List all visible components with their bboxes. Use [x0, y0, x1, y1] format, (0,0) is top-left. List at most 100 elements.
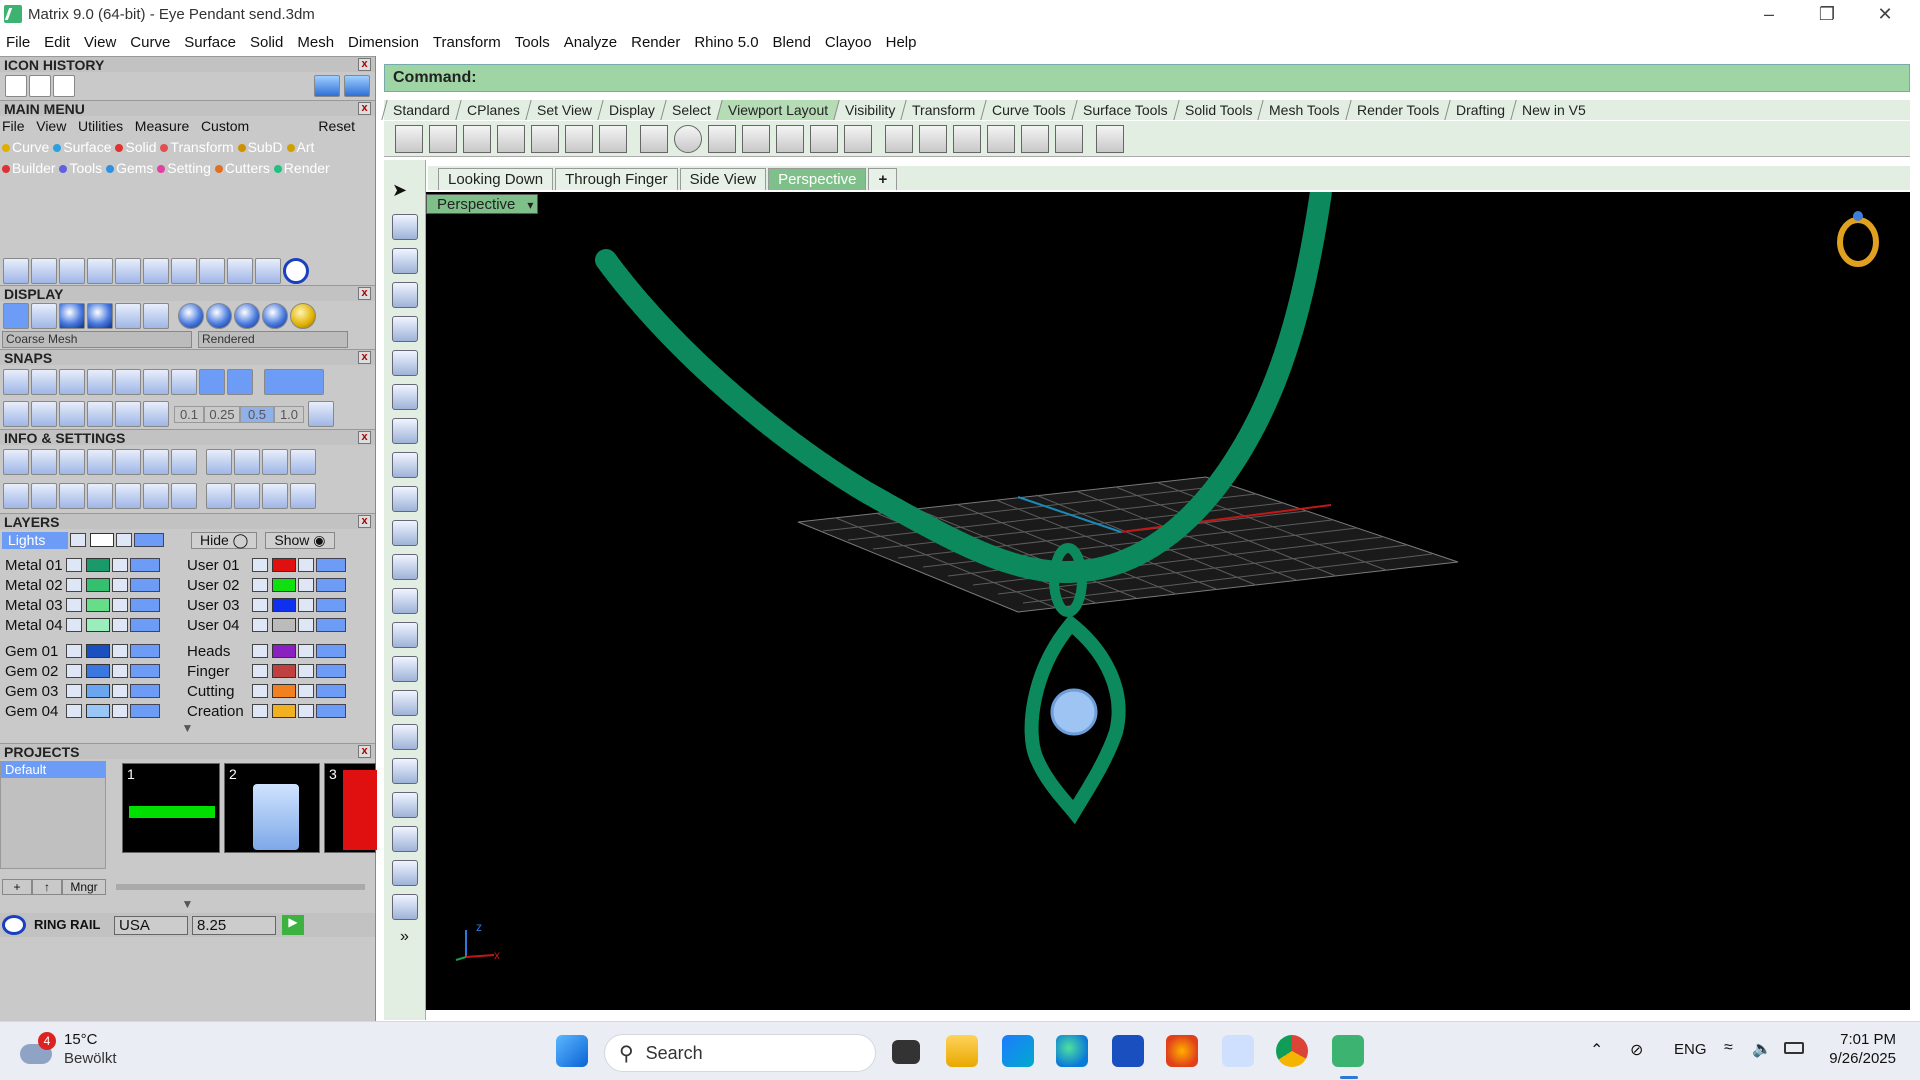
- lock-icon[interactable]: [112, 578, 128, 592]
- surface-icon[interactable]: [392, 554, 418, 580]
- layer-row[interactable]: User 02: [182, 575, 370, 595]
- visibility-toggle[interactable]: [316, 644, 346, 658]
- layer-color-swatch[interactable]: [86, 578, 110, 592]
- show-hidden-icons-icon[interactable]: ⌃: [1590, 1040, 1603, 1060]
- ring-tool-icon[interactable]: [283, 258, 309, 284]
- lock-icon[interactable]: [116, 533, 132, 547]
- layer-color-swatch[interactable]: [86, 664, 110, 678]
- menu-help[interactable]: Help: [886, 34, 917, 51]
- layer-color-swatch[interactable]: [272, 598, 296, 612]
- mm-custom[interactable]: Custom: [201, 118, 249, 134]
- funnel-icon[interactable]: [115, 483, 141, 509]
- light-icon[interactable]: [31, 303, 57, 329]
- layout-grid-icon[interactable]: [640, 124, 668, 153]
- visibility-toggle[interactable]: [316, 684, 346, 698]
- visibility-toggle[interactable]: [130, 558, 160, 572]
- material-blue-icon[interactable]: [178, 303, 204, 329]
- snap-planar-icon[interactable]: [115, 401, 141, 427]
- firefox-icon[interactable]: [1166, 1035, 1198, 1067]
- visibility-toggle[interactable]: [316, 704, 346, 718]
- tool-icon-a[interactable]: [234, 483, 260, 509]
- lock-icon[interactable]: [298, 644, 314, 658]
- visibility-toggle[interactable]: [316, 578, 346, 592]
- layer-color-swatch[interactable]: [272, 704, 296, 718]
- snap-point-icon[interactable]: [59, 369, 85, 395]
- layout-icon-c[interactable]: [290, 449, 316, 475]
- layer-row[interactable]: Metal 04: [0, 615, 182, 635]
- network-off-icon[interactable]: ⊘: [1630, 1040, 1643, 1060]
- tab-through-finger[interactable]: Through Finger: [555, 168, 678, 190]
- tab-drafting[interactable]: Drafting: [1444, 100, 1516, 120]
- box-icon[interactable]: [392, 588, 418, 614]
- layer-row[interactable]: User 01: [182, 555, 370, 575]
- close-icon[interactable]: x: [358, 745, 371, 758]
- tab-mesh-tools[interactable]: Mesh Tools: [1257, 100, 1351, 120]
- weight-icon[interactable]: [59, 449, 85, 475]
- mm-render[interactable]: Render: [273, 160, 330, 176]
- menu-dimension[interactable]: Dimension: [348, 34, 419, 51]
- tab-select[interactable]: Select: [659, 100, 722, 120]
- snap-project-icon[interactable]: [87, 401, 113, 427]
- visibility-toggle[interactable]: [316, 598, 346, 612]
- lock-icon[interactable]: [112, 598, 128, 612]
- gear-tool-icon[interactable]: [392, 724, 418, 750]
- gem-info-icon[interactable]: [171, 449, 197, 475]
- add-project-button[interactable]: +: [2, 879, 32, 895]
- builder-tool-icon[interactable]: [3, 258, 29, 284]
- command-bar[interactable]: Command:: [384, 64, 1910, 92]
- menu-surface[interactable]: Surface: [184, 34, 236, 51]
- projects-collapse-icon[interactable]: ▼: [0, 897, 375, 913]
- azure-icon[interactable]: [1002, 1035, 1034, 1067]
- project-slot-2[interactable]: 2: [224, 763, 320, 853]
- lock-icon[interactable]: [112, 704, 128, 718]
- lock-icon[interactable]: [112, 644, 128, 658]
- ring-standard-select[interactable]: USA: [114, 915, 188, 935]
- lock-icon[interactable]: [112, 684, 128, 698]
- mm-surface[interactable]: Surface: [53, 139, 112, 155]
- boolean-icon[interactable]: [392, 622, 418, 648]
- hide-button[interactable]: Hide ◯: [191, 531, 258, 549]
- print-icon[interactable]: [1096, 124, 1124, 153]
- curve-cv-icon[interactable]: [392, 282, 418, 308]
- manager-button[interactable]: Mngr: [62, 879, 106, 895]
- expand-arrow-icon[interactable]: [70, 533, 86, 547]
- material-chrome-icon[interactable]: [262, 303, 288, 329]
- visibility-toggle[interactable]: [130, 664, 160, 678]
- edit-points-icon[interactable]: [392, 520, 418, 546]
- visibility-toggle[interactable]: [316, 664, 346, 678]
- image-icon[interactable]: [171, 483, 197, 509]
- mm-transform[interactable]: Transform: [160, 139, 234, 155]
- fillet-icon[interactable]: [392, 486, 418, 512]
- box-info-icon[interactable]: [87, 449, 113, 475]
- menu-analyze[interactable]: Analyze: [564, 34, 617, 51]
- mm-curve[interactable]: Curve: [2, 139, 49, 155]
- rendered-sphere-icon[interactable]: [87, 303, 113, 329]
- visibility-toggle[interactable]: [130, 704, 160, 718]
- material-glass-icon[interactable]: [234, 303, 260, 329]
- snap-tan-icon[interactable]: [143, 369, 169, 395]
- snap-grid-icon[interactable]: [3, 401, 29, 427]
- lock-icon[interactable]: [298, 704, 314, 718]
- arc-icon[interactable]: [392, 452, 418, 478]
- layer-color-swatch[interactable]: [272, 618, 296, 632]
- save-icon[interactable]: [29, 75, 51, 97]
- lock-icon[interactable]: [206, 483, 232, 509]
- circle-icon[interactable]: [392, 316, 418, 342]
- lock-icon[interactable]: [112, 664, 128, 678]
- mm-solid[interactable]: Solid: [115, 139, 157, 155]
- snap-curve-icon[interactable]: [59, 401, 85, 427]
- mm-setting[interactable]: Setting: [157, 160, 211, 176]
- snap-step-1.0[interactable]: 1.0: [274, 405, 304, 423]
- cylinder-tool-icon[interactable]: [392, 656, 418, 682]
- project-slot-3[interactable]: 3: [324, 763, 377, 853]
- menu-solid[interactable]: Solid: [250, 34, 283, 51]
- tab-surface-tools[interactable]: Surface Tools: [1071, 100, 1179, 120]
- mesh-icon[interactable]: [392, 690, 418, 716]
- tab-transform[interactable]: Transform: [900, 100, 986, 120]
- tool-icon-c[interactable]: [290, 483, 316, 509]
- close-icon[interactable]: x: [358, 515, 371, 528]
- layer-row[interactable]: User 04: [182, 615, 370, 635]
- rectangle-icon[interactable]: [392, 418, 418, 444]
- lock-icon[interactable]: [298, 618, 314, 632]
- mm-art[interactable]: Art: [286, 139, 314, 155]
